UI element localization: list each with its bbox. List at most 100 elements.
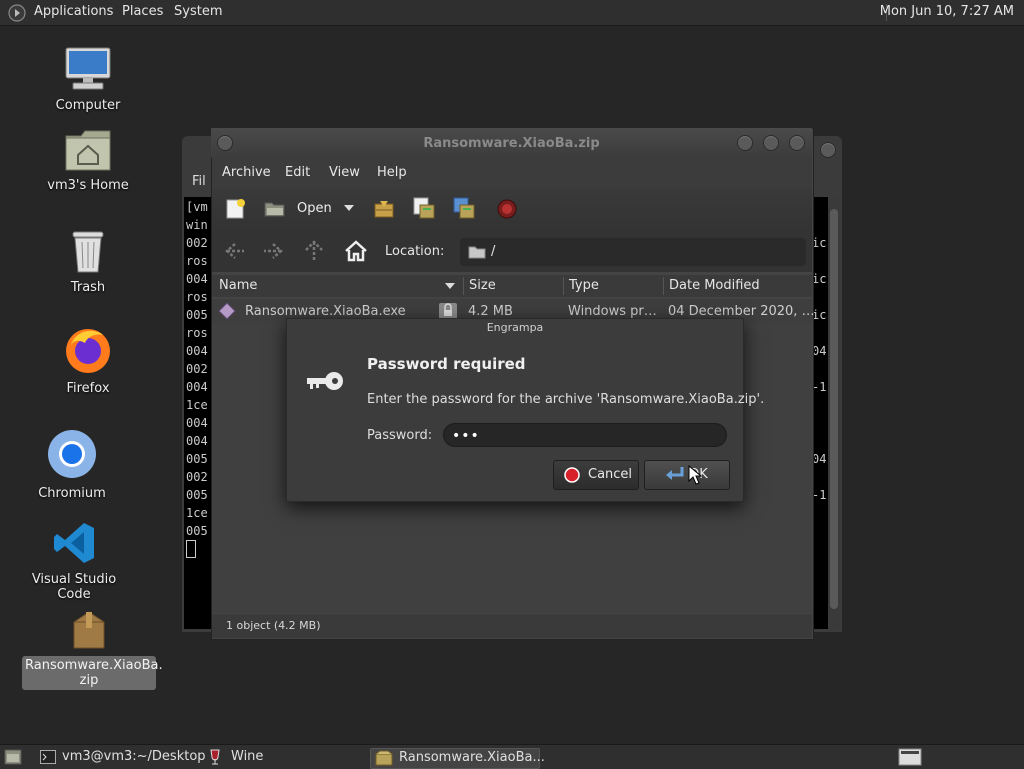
home-icon[interactable] xyxy=(344,240,368,262)
extract-icon[interactable] xyxy=(372,198,396,220)
desktop-icon-label: Trash xyxy=(70,280,106,295)
terminal-line: 004 xyxy=(186,416,208,430)
password-label: Password: xyxy=(367,428,433,443)
menu-view[interactable]: View xyxy=(329,165,360,180)
taskbar-item-archive-manager[interactable]: Ransomware.XiaoBa... xyxy=(370,748,545,769)
stop-icon[interactable] xyxy=(496,198,518,220)
taskbar-item-terminal[interactable]: vm3@vm3:~/Desktop xyxy=(36,748,206,767)
places-menu[interactable]: Places xyxy=(122,4,163,19)
terminal-line: [vm xyxy=(186,200,208,214)
mouse-cursor-icon xyxy=(688,465,702,485)
back-arrow-icon[interactable] xyxy=(224,242,246,260)
terminal-icon xyxy=(40,750,56,764)
workspace-switcher-icon[interactable] xyxy=(898,748,922,766)
column-separator[interactable] xyxy=(463,277,464,295)
archive-window-title: Ransomware.XiaoBa.zip xyxy=(423,136,600,151)
desktop-icon-label: Computer xyxy=(55,98,121,113)
status-text: 1 object (4.2 MB) xyxy=(226,619,321,632)
desktop-icon-ransomware-zip[interactable]: Ransomware.XiaoBa. zip xyxy=(22,608,163,690)
sort-arrow-icon[interactable] xyxy=(444,282,456,290)
vscode-icon xyxy=(54,523,94,563)
open-folder-icon[interactable] xyxy=(264,200,286,218)
cancel-button[interactable]: Cancel xyxy=(553,460,639,490)
column-separator[interactable] xyxy=(663,277,664,295)
terminal-line: 002 xyxy=(186,236,208,250)
terminal-fragment: ic xyxy=(812,236,827,250)
terminal-line: 004 xyxy=(186,434,208,448)
system-menu[interactable]: System xyxy=(174,4,222,19)
terminal-fragment: 04 xyxy=(812,452,827,466)
terminal-scroll-thumb[interactable] xyxy=(830,209,838,609)
archive-menubar: Archive Edit View Help xyxy=(212,158,812,188)
terminal-scrollbar[interactable] xyxy=(828,197,840,629)
mate-menu-icon[interactable] xyxy=(8,4,26,22)
taskbar-label: Ransomware.XiaoBa... xyxy=(399,750,545,765)
terminal-line: 004 xyxy=(186,344,208,358)
terminal-line: 004 xyxy=(186,272,208,286)
taskbar-item-wine[interactable]: Wine xyxy=(206,748,336,767)
chromium-icon xyxy=(48,430,96,478)
open-button[interactable]: Open xyxy=(297,201,332,216)
bottom-taskbar: vm3@vm3:~/Desktop Wine Ransomware.XiaoBa… xyxy=(0,744,1024,769)
ok-button[interactable]: OK xyxy=(644,460,730,490)
terminal-menu-file[interactable]: Fil xyxy=(192,174,206,189)
applications-menu[interactable]: Applications xyxy=(34,4,113,19)
maximize-button[interactable] xyxy=(763,135,779,151)
archive-toolbar: Open xyxy=(212,188,812,230)
status-bar: 1 object (4.2 MB) xyxy=(212,614,812,638)
column-type[interactable]: Type xyxy=(569,278,599,293)
desktop-icon-home[interactable]: vm3's Home xyxy=(33,128,143,193)
terminal-close-button[interactable] xyxy=(820,142,836,158)
location-field[interactable]: / xyxy=(460,238,806,266)
chevron-down-icon[interactable] xyxy=(343,204,355,212)
desktop-icon-vscode[interactable]: Visual Studio Code xyxy=(19,520,129,602)
add-files-icon[interactable] xyxy=(412,196,436,220)
column-name[interactable]: Name xyxy=(219,278,257,293)
terminal-line: ros xyxy=(186,290,208,304)
show-desktop-icon[interactable] xyxy=(4,749,22,765)
desktop-icon-label: vm3's Home xyxy=(47,178,129,193)
firefox-icon xyxy=(66,329,110,373)
menu-help[interactable]: Help xyxy=(377,165,407,180)
column-size[interactable]: Size xyxy=(469,278,496,293)
archive-window-titlebar[interactable]: Ransomware.XiaoBa.zip xyxy=(211,128,812,158)
menu-edit[interactable]: Edit xyxy=(285,165,310,180)
forward-arrow-icon[interactable] xyxy=(262,242,284,260)
add-folder-icon[interactable] xyxy=(452,196,476,220)
enter-arrow-icon xyxy=(666,467,684,480)
terminal-line: 1ce xyxy=(186,506,208,520)
desktop-icon-trash[interactable]: Trash xyxy=(33,228,143,295)
password-field[interactable]: ••• xyxy=(443,423,727,447)
terminal-line: win xyxy=(186,218,208,232)
terminal-fragment: -1 xyxy=(812,380,827,394)
archive-manager-icon xyxy=(375,750,393,766)
clock[interactable]: Mon Jun 10, 7:27 AM xyxy=(880,4,1014,19)
minimize-button[interactable] xyxy=(737,135,753,151)
terminal-cursor xyxy=(186,540,196,558)
terminal-line: 004 xyxy=(186,380,208,394)
up-arrow-icon[interactable] xyxy=(304,240,324,262)
terminal-line: ros xyxy=(186,326,208,340)
dialog-message: Enter the password for the archive 'Rans… xyxy=(367,392,765,407)
desktop-icon-firefox[interactable]: Firefox xyxy=(33,325,143,396)
folder-icon xyxy=(468,246,486,259)
new-archive-icon[interactable] xyxy=(224,198,246,220)
taskbar-label: Wine xyxy=(231,749,264,764)
close-button[interactable] xyxy=(789,135,805,151)
executable-file-icon xyxy=(218,302,236,320)
file-name: Ransomware.XiaoBa.exe xyxy=(245,304,406,319)
column-date-modified[interactable]: Date Modified xyxy=(669,278,760,293)
desktop-icon-chromium[interactable]: Chromium xyxy=(17,428,127,501)
password-dialog[interactable]: Engrampa Password required Enter the pas… xyxy=(286,318,764,502)
cancel-icon xyxy=(564,467,580,483)
desktop-icon-label: Chromium xyxy=(38,486,106,501)
desktop-icon-label: Firefox xyxy=(66,381,110,396)
taskbar-label: vm3@vm3:~/Desktop xyxy=(62,749,206,764)
desktop-icon-computer[interactable]: Computer xyxy=(33,44,143,113)
menu-archive[interactable]: Archive xyxy=(222,165,271,180)
terminal-line: ros xyxy=(186,254,208,268)
dialog-title: Engrampa xyxy=(486,321,544,334)
column-separator[interactable] xyxy=(563,277,564,295)
computer-icon xyxy=(65,47,111,90)
terminal-line: 005 xyxy=(186,488,208,502)
